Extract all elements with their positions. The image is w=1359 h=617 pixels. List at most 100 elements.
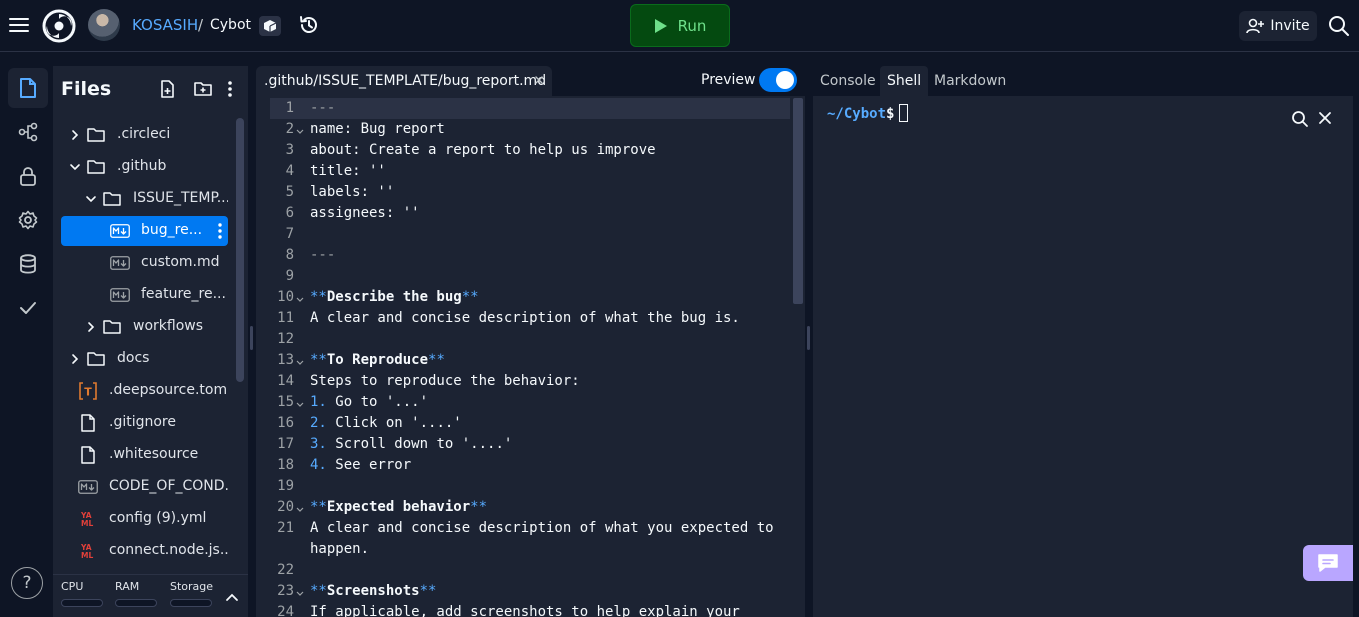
history-icon[interactable] bbox=[298, 14, 320, 36]
rail-settings-button[interactable] bbox=[8, 200, 48, 240]
help-button[interactable]: ? bbox=[11, 567, 43, 599]
rail-secrets-button[interactable] bbox=[8, 156, 48, 196]
file-tree-item[interactable]: .gitignore bbox=[61, 408, 228, 438]
code-line: 16 2. Click on '....' bbox=[270, 413, 790, 434]
top-bar: KOSASIH / Cybot Run Invite bbox=[0, 0, 1359, 52]
rail-database-button[interactable] bbox=[8, 244, 48, 284]
line-number: 12 bbox=[277, 331, 294, 347]
repl-name[interactable]: Cybot bbox=[210, 17, 251, 33]
owner-link[interactable]: KOSASIH bbox=[132, 16, 198, 34]
file-tree-label: ISSUE_TEMP... bbox=[133, 190, 228, 206]
file-tree-item[interactable]: YA ML connect.node.js.... bbox=[61, 536, 228, 566]
file-tree-item[interactable]: YA ML config (9).yml bbox=[61, 504, 228, 534]
tab-markdown[interactable]: Markdown bbox=[927, 66, 1013, 96]
file-tree-item[interactable]: ISSUE_TEMP... bbox=[61, 184, 228, 214]
line-number: 15 bbox=[277, 394, 294, 410]
search-icon[interactable] bbox=[1328, 15, 1350, 37]
file-tree-item[interactable]: T .deepsource.toml bbox=[61, 376, 228, 406]
preview-toggle[interactable] bbox=[759, 68, 797, 92]
play-icon bbox=[654, 18, 668, 34]
files-scrollbar[interactable] bbox=[236, 118, 244, 382]
file-tree-item[interactable]: custom.md bbox=[61, 248, 228, 278]
fold-chevron-icon[interactable] bbox=[296, 581, 304, 602]
file-tree-item[interactable]: bug_re... bbox=[61, 216, 228, 246]
rail-files-button[interactable] bbox=[8, 68, 48, 108]
pane-resize-handle[interactable] bbox=[807, 326, 810, 350]
tab-shell[interactable]: Shell bbox=[880, 66, 929, 96]
close-icon[interactable] bbox=[1317, 110, 1333, 126]
file-tree-label: feature_re... bbox=[141, 286, 226, 302]
new-file-icon[interactable] bbox=[159, 80, 177, 98]
chevron-right-icon[interactable] bbox=[69, 353, 81, 365]
file-tree-item[interactable]: .whitesource bbox=[61, 440, 228, 470]
code-line: 6 assignees: '' bbox=[270, 203, 790, 224]
gear-icon bbox=[18, 210, 38, 230]
fold-chevron-icon[interactable] bbox=[296, 350, 304, 371]
files-menu-icon[interactable] bbox=[227, 80, 245, 98]
code-line: 13 **To Reproduce** bbox=[270, 350, 790, 371]
chevron-right-icon[interactable] bbox=[85, 321, 97, 333]
shell-prompt[interactable]: ~/Cybot$ bbox=[827, 104, 909, 122]
file-tree-item[interactable]: .github bbox=[61, 152, 228, 182]
line-number: 2 bbox=[285, 121, 294, 137]
frontmatter-delimiter: --- bbox=[310, 100, 336, 116]
hamburger-menu-icon[interactable] bbox=[8, 14, 30, 36]
line-number: 6 bbox=[285, 205, 294, 221]
ram-label: RAM bbox=[115, 580, 140, 593]
chevron-up-icon[interactable] bbox=[225, 592, 239, 602]
tab-console[interactable]: Console bbox=[813, 66, 883, 96]
file-tree-item[interactable]: feature_re... bbox=[61, 280, 228, 310]
fold-chevron-icon[interactable] bbox=[296, 392, 304, 413]
file-tree-item[interactable]: .circleci bbox=[61, 120, 228, 150]
line-number: 22 bbox=[277, 562, 294, 578]
markdown-icon bbox=[110, 222, 130, 240]
svg-text:ML: ML bbox=[81, 519, 93, 528]
file-tree-item[interactable]: workflows bbox=[61, 312, 228, 342]
line-number: 18 bbox=[277, 457, 294, 473]
resources-bar[interactable]: CPU RAM Storage bbox=[53, 574, 248, 617]
rail-git-button[interactable] bbox=[8, 112, 48, 152]
line-number: 23 bbox=[277, 583, 294, 599]
prompt-path: ~/Cybot bbox=[827, 106, 887, 122]
line-number: 14 bbox=[277, 373, 294, 389]
rail-tests-button[interactable] bbox=[8, 288, 48, 328]
code-line: 19 bbox=[270, 476, 790, 497]
new-folder-icon[interactable] bbox=[194, 80, 212, 98]
fold-chevron-icon[interactable] bbox=[296, 497, 304, 518]
code-line: 24 If applicable, add screenshots to help… bbox=[270, 602, 790, 617]
markdown-list-item: 2. Click on '....' bbox=[310, 415, 462, 431]
shell-tabbar: Console Shell Markdown bbox=[813, 66, 1353, 96]
chevron-right-icon[interactable] bbox=[69, 129, 81, 141]
close-icon[interactable] bbox=[533, 74, 545, 86]
invite-button[interactable]: Invite bbox=[1239, 11, 1317, 41]
code-line: 1 --- bbox=[270, 98, 790, 119]
fold-chevron-icon[interactable] bbox=[296, 119, 304, 140]
code-line: 18 4. See error bbox=[270, 455, 790, 476]
chevron-down-icon[interactable] bbox=[85, 193, 97, 205]
fold-chevron-icon[interactable] bbox=[296, 287, 304, 308]
check-icon bbox=[19, 301, 37, 315]
chevron-down-icon[interactable] bbox=[69, 161, 81, 173]
editor-tab[interactable]: .github/ISSUE_TEMPLATE/bug_report.md bbox=[256, 66, 552, 96]
file-menu-icon[interactable] bbox=[218, 222, 222, 240]
replit-logo-icon[interactable] bbox=[42, 9, 76, 43]
panel-resize-handle[interactable] bbox=[250, 326, 253, 350]
file-tree-label: CODE_OF_COND... bbox=[109, 478, 228, 494]
code-text: labels: '' bbox=[310, 184, 395, 200]
markdown-heading: **Screenshots** bbox=[310, 583, 437, 599]
chat-button[interactable] bbox=[1303, 545, 1353, 581]
run-button[interactable]: Run bbox=[630, 4, 730, 47]
code-line: 2 name: Bug report bbox=[270, 119, 790, 140]
editor-scrollbar[interactable] bbox=[793, 98, 803, 304]
file-tree-item[interactable]: docs bbox=[61, 344, 228, 374]
file-tree-item[interactable]: CODE_OF_COND... bbox=[61, 472, 228, 502]
file-tree-label: .deepsource.toml bbox=[109, 382, 228, 398]
repl-cube-icon[interactable] bbox=[258, 15, 282, 37]
search-icon[interactable] bbox=[1291, 110, 1309, 128]
files-icon bbox=[19, 78, 37, 98]
invite-label: Invite bbox=[1270, 18, 1310, 34]
code-text: A clear and concise description of what … bbox=[310, 520, 774, 536]
line-number: 16 bbox=[277, 415, 294, 431]
user-avatar[interactable] bbox=[88, 9, 120, 41]
code-editor[interactable]: 1 --- 2 name: Bug report 3 about: Create a re… bbox=[270, 98, 790, 617]
